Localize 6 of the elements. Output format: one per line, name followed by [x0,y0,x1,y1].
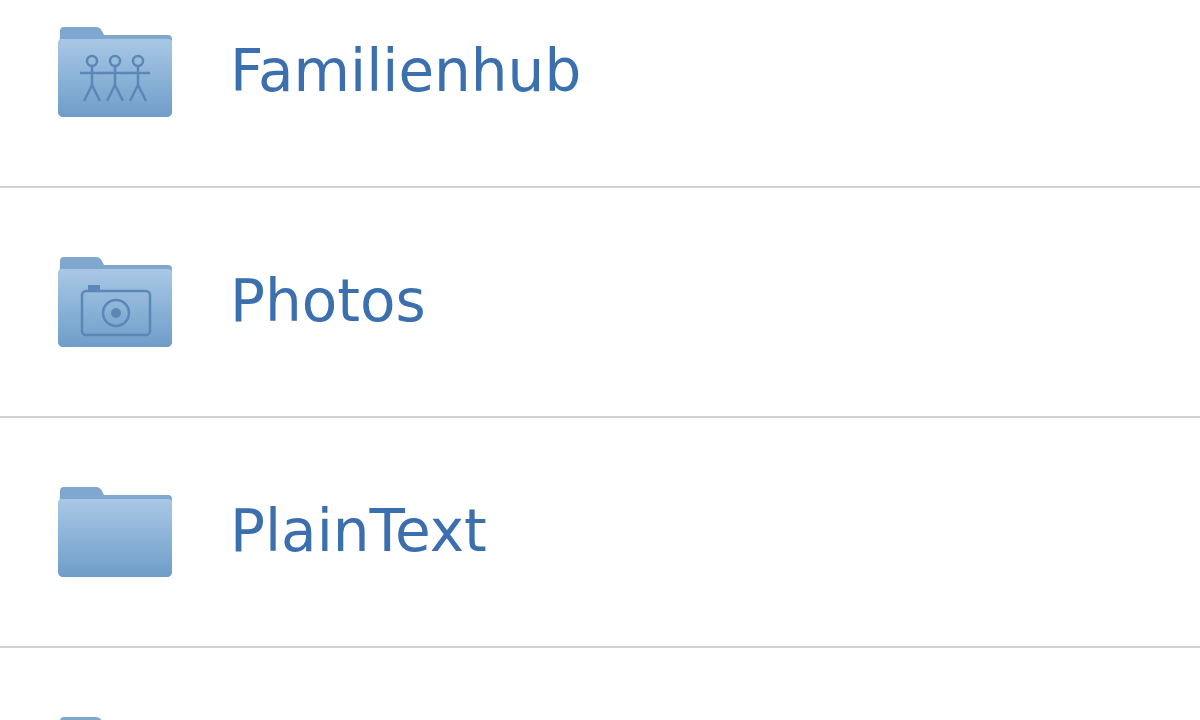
folder-icon [56,485,174,579]
shared-folder-icon [56,25,174,119]
folder-name[interactable]: Photos [230,270,426,334]
folder-name[interactable]: PlainText [230,500,487,564]
folder-name[interactable]: Familienhub [230,40,582,104]
camera-folder-icon [56,255,174,349]
